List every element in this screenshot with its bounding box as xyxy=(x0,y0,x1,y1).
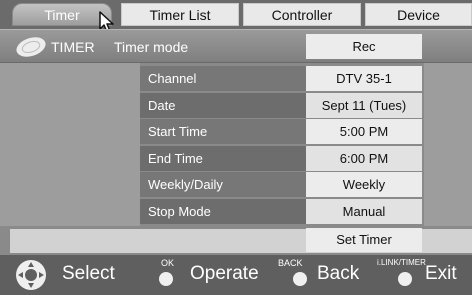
channel-value[interactable]: DTV 35-1 xyxy=(306,66,422,91)
tab-timer[interactable]: Timer xyxy=(12,3,112,26)
channel-label: Channel xyxy=(140,66,311,91)
end-time-label: End Time xyxy=(140,146,311,171)
weekly-daily-label: Weekly/Daily xyxy=(140,172,311,197)
date-value[interactable]: Sept 11 (Tues) xyxy=(306,93,422,118)
weekly-daily-value[interactable]: Weekly xyxy=(306,172,422,197)
stop-mode-label: Stop Mode xyxy=(140,199,311,224)
ok-caption: OK xyxy=(161,258,175,268)
start-time-label: Start Time xyxy=(140,119,311,144)
back-caption: BACK xyxy=(278,258,303,268)
ilink-timer-caption: i.LINK/TIMER xyxy=(377,258,426,267)
back-hint: Back xyxy=(317,263,360,284)
operate-hint: Operate xyxy=(190,263,259,284)
dpad-icon xyxy=(16,260,46,290)
header-title: TIMER xyxy=(51,39,95,55)
timer-disc-icon xyxy=(16,37,46,57)
stop-mode-value[interactable]: Manual xyxy=(306,199,422,224)
tab-device[interactable]: Device xyxy=(365,3,472,26)
timer-mode-value[interactable]: Rec xyxy=(306,34,422,59)
select-hint: Select xyxy=(62,263,115,284)
exit-button-icon xyxy=(398,272,412,286)
tab-controller[interactable]: Controller xyxy=(243,3,361,26)
ok-button-icon xyxy=(159,272,173,286)
timer-header: TIMER Timer mode Rec xyxy=(0,29,472,63)
start-time-value[interactable]: 5:00 PM xyxy=(306,119,422,144)
footer-help-bar: Select OK Operate BACK Back i.LINK/TIMER… xyxy=(0,255,472,295)
header-subtitle: Timer mode xyxy=(114,39,189,55)
exit-hint: Exit xyxy=(425,263,457,284)
tab-timer-list[interactable]: Timer List xyxy=(121,3,239,26)
set-timer-button[interactable]: Set Timer xyxy=(306,228,422,252)
tab-bar: Timer Timer List Controller Device xyxy=(0,0,472,33)
back-button-icon xyxy=(293,272,307,286)
date-label: Date xyxy=(140,93,311,118)
end-time-value[interactable]: 6:00 PM xyxy=(306,146,422,171)
right-panel xyxy=(424,63,472,226)
left-panel xyxy=(0,63,140,226)
